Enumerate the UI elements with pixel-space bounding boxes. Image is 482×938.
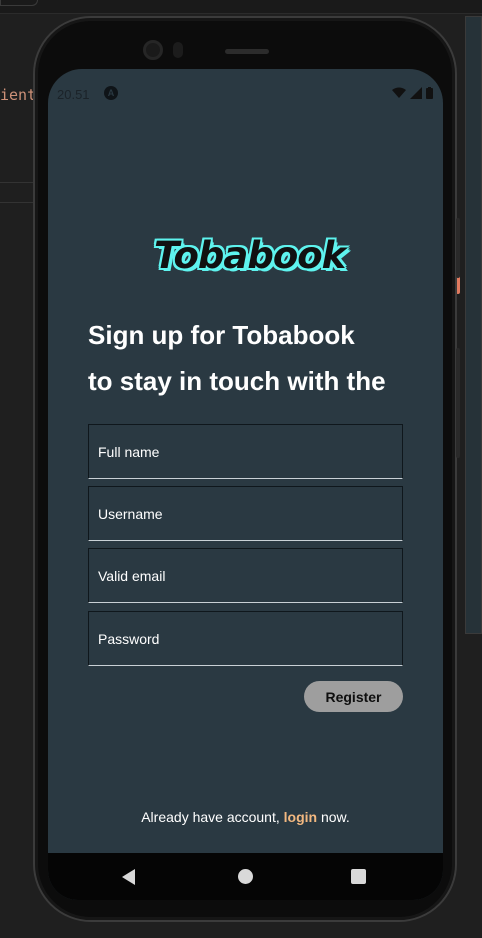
status-bar: 20.51 A [48, 69, 443, 119]
headline-line-2: to stay in touch with the [88, 366, 386, 396]
volume-button [456, 218, 460, 278]
android-nav-bar [48, 853, 443, 900]
ide-tab[interactable] [0, 0, 38, 6]
home-icon[interactable] [238, 869, 253, 884]
username-input[interactable] [89, 487, 402, 540]
email-field [88, 548, 403, 603]
email-input[interactable] [89, 549, 402, 602]
battery-icon [426, 87, 433, 99]
fullname-field [88, 424, 403, 479]
status-time: 20.51 [57, 87, 90, 102]
password-field [88, 611, 403, 666]
app-logo: Tobabook [154, 234, 346, 277]
fullname-input[interactable] [89, 425, 402, 478]
camera-icon [143, 40, 163, 60]
signal-icon [410, 87, 422, 99]
power-button [456, 348, 460, 458]
login-prompt-suffix: now. [317, 809, 350, 825]
recents-icon[interactable] [351, 869, 366, 884]
app-root: ient 20.51 A Tobabook Sign up for Tobabo… [0, 0, 482, 938]
sensor-icon [173, 42, 183, 58]
password-input[interactable] [89, 612, 402, 665]
headline-line-1: Sign up for Tobabook [88, 320, 355, 350]
login-prompt: Already have account, login now. [48, 809, 443, 825]
notification-icon: A [104, 86, 118, 100]
speaker-grille [225, 49, 269, 54]
ide-right-panel [465, 16, 482, 634]
back-icon[interactable] [122, 869, 135, 885]
ide-top-bar [0, 0, 482, 14]
login-prompt-prefix: Already have account, [141, 809, 284, 825]
status-icons [392, 87, 433, 99]
phone-screen: 20.51 A Tobabook Sign up for Tobabook to… [48, 69, 443, 900]
ide-code-fragment: ient [0, 86, 37, 104]
wifi-icon [392, 87, 406, 98]
login-link[interactable]: login [284, 809, 317, 825]
register-button[interactable]: Register [304, 681, 403, 712]
username-field [88, 486, 403, 541]
